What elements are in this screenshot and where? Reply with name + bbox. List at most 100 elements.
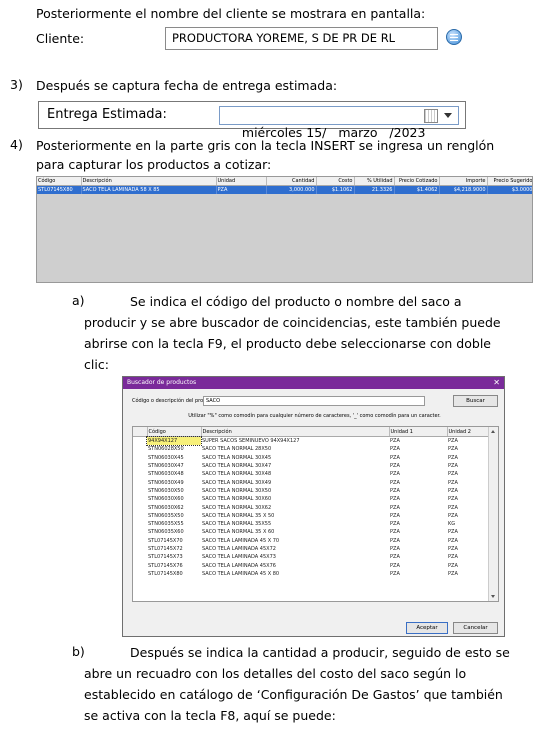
grid-cell[interactable]: $1.1062 [316,185,355,194]
result-description[interactable]: SACO TELA NORMAL 35 X 50 [201,512,389,520]
result-unit2[interactable]: PZA [447,478,489,486]
result-unit1[interactable]: PZA [389,520,447,528]
result-unit2[interactable]: PZA [447,512,489,520]
list-item[interactable]: 94X94X127 SUPER SACOS SEMINUEVO 94X94X127… [133,435,489,447]
delivery-date-picker[interactable]: miércoles 15/ marzo /2023 [219,106,459,140]
grid-cell[interactable]: $1.4062 [394,185,440,194]
result-unit2[interactable]: PZA [447,545,489,553]
list-item[interactable]: STN06030X49 SACO TELA NORMAL 30X49 PZA PZA [133,478,489,486]
result-unit2[interactable]: PZA [447,561,489,569]
search-button[interactable]: Buscar [453,395,498,407]
result-description[interactable]: SACO TELA LAMINADA 45 X 80 [201,570,389,578]
grid-cell[interactable]: 3,000.000 [266,185,317,194]
result-unit1[interactable]: PZA [389,570,447,578]
search-input[interactable]: SACO [203,396,425,406]
result-unit1[interactable]: PZA [389,462,447,470]
result-unit2[interactable]: PZA [447,537,489,545]
close-icon[interactable]: ✕ [493,377,500,389]
result-unit2[interactable]: KG [447,520,489,528]
result-code[interactable]: STN06030X60 [147,495,201,503]
result-unit2[interactable]: PZA [447,503,489,511]
client-lookup-icon[interactable] [446,29,462,45]
result-unit2[interactable]: PZA [447,454,489,462]
result-unit1[interactable]: PZA [389,553,447,561]
result-description[interactable]: SACO TELA NORMAL 30X60 [201,495,389,503]
result-unit1[interactable]: PZA [389,470,447,478]
list-item[interactable]: STL07145X80 SACO TELA LAMINADA 45 X 80 PZA… [133,570,489,578]
list-item[interactable]: STN06035X55 SACO TELA NORMAL 35X55 PZA KG [133,520,489,528]
list-item[interactable]: STL07145X76 SACO TELA LAMINADA 45X76 PZA PZ… [133,561,489,569]
list-item[interactable]: STL07145X73 SACO TELA LAMINADA 45X73 PZA PZ… [133,553,489,561]
result-description[interactable]: SACO TELA NORMAL 30X45 [201,454,389,462]
accept-button[interactable]: Aceptar [406,622,448,634]
result-unit1[interactable]: PZA [389,545,447,553]
result-unit1[interactable]: PZA [389,512,447,520]
result-unit2[interactable]: PZA [447,470,489,478]
result-description[interactable]: SACO TELA NORMAL 30X48 [201,470,389,478]
list-item[interactable]: STN06028X50 SACO TELA NORMAL 28X50 PZA PZA [133,445,489,453]
result-unit2[interactable]: PZA [447,553,489,561]
dialog-titlebar[interactable]: Buscador de productos ✕ [123,377,504,389]
result-code[interactable]: STL07145X80 [147,570,201,578]
list-item[interactable]: STN06030X48 SACO TELA NORMAL 30X48 PZA PZA [133,470,489,478]
result-code[interactable]: STN06035X60 [147,528,201,536]
result-unit1[interactable]: PZA [389,487,447,495]
grid-cell[interactable]: PZA [216,185,267,194]
product-results-list[interactable]: Código Descripción Unidad 1 Unidad 2 94X… [132,426,499,602]
result-unit2[interactable]: PZA [447,528,489,536]
result-code[interactable]: STN06030X45 [147,454,201,462]
result-unit1[interactable]: PZA [389,537,447,545]
list-item[interactable]: STL07145X70 SACO TELA LAMINADA 45 X 70 PZA… [133,537,489,545]
chevron-down-icon[interactable] [444,113,452,118]
client-field[interactable]: PRODUCTORA YOREME, S DE PR DE RL [165,27,438,50]
result-code[interactable]: STN06028X50 [147,445,201,453]
result-code[interactable]: STN06030X62 [147,503,201,511]
result-description[interactable]: SACO TELA NORMAL 35X55 [201,520,389,528]
result-unit2[interactable]: PZA [447,487,489,495]
grid-cell[interactable]: $3.0000 [487,185,532,194]
result-code[interactable]: STL07145X72 [147,545,201,553]
list-item[interactable]: STN06030X62 SACO TELA NORMAL 30X62 PZA PZA [133,503,489,511]
result-code[interactable]: 94X94X127 [146,435,202,447]
quote-products-grid[interactable]: Código Descripción Unidad Cantidad Costo… [36,176,533,283]
table-row[interactable]: STL07145X80 SACO TELA LAMINADA 58 X 85 P… [37,185,532,194]
result-description[interactable]: SACO TELA LAMINADA 45X73 [201,553,389,561]
result-description[interactable]: SACO TELA NORMAL 35 X 60 [201,528,389,536]
result-unit1[interactable]: PZA [389,437,447,446]
list-item[interactable]: STN06030X47 SACO TELA NORMAL 30X47 PZA PZA [133,462,489,470]
list-scrollbar[interactable] [488,427,498,601]
result-description[interactable]: SACO TELA LAMINADA 45X72 [201,545,389,553]
grid-cell[interactable]: 21.3326 [354,185,395,194]
result-unit1[interactable]: PZA [389,445,447,453]
result-unit1[interactable]: PZA [389,528,447,536]
list-item[interactable]: STN06035X60 SACO TELA NORMAL 35 X 60 PZA PZ… [133,528,489,536]
result-unit2[interactable]: PZA [447,570,489,578]
result-code[interactable]: STN06030X49 [147,478,201,486]
result-description[interactable]: SACO TELA NORMAL 30X49 [201,478,389,486]
result-unit2[interactable]: PZA [447,437,489,446]
result-description[interactable]: SACO TELA NORMAL 28X50 [201,445,389,453]
result-unit2[interactable]: PZA [447,495,489,503]
result-description[interactable]: SACO TELA NORMAL 30X47 [201,462,389,470]
list-item[interactable]: STN06030X60 SACO TELA NORMAL 30X60 PZA PZA [133,495,489,503]
grid-cell[interactable]: $4,218.9000 [439,185,488,194]
list-item[interactable]: STN06030X50 SACO TELA NORMAL 30X50 PZA PZA [133,487,489,495]
list-item[interactable]: STL07145X72 SACO TELA LAMINADA 45X72 PZA PZ… [133,545,489,553]
result-code[interactable]: STN06035X55 [147,520,201,528]
grid-cell[interactable]: SACO TELA LAMINADA 58 X 85 [81,185,217,194]
grid-cell[interactable]: STL07145X80 [37,185,82,194]
list-item[interactable]: STN06035X50 SACO TELA NORMAL 35 X 50 PZA PZ… [133,512,489,520]
result-description[interactable]: SACO TELA LAMINADA 45 X 70 [201,537,389,545]
calendar-icon[interactable] [424,109,438,123]
result-description[interactable]: SACO TELA NORMAL 30X62 [201,503,389,511]
result-code[interactable]: STL07145X70 [147,537,201,545]
result-unit1[interactable]: PZA [389,478,447,486]
scroll-up-icon[interactable] [491,430,495,433]
cancel-button[interactable]: Cancelar [453,622,498,634]
result-unit2[interactable]: PZA [447,462,489,470]
result-description[interactable]: SACO TELA LAMINADA 45X76 [201,561,389,569]
result-unit1[interactable]: PZA [389,495,447,503]
result-unit1[interactable]: PZA [389,503,447,511]
result-code[interactable]: STN06030X50 [147,487,201,495]
result-code[interactable]: STL07145X73 [147,553,201,561]
